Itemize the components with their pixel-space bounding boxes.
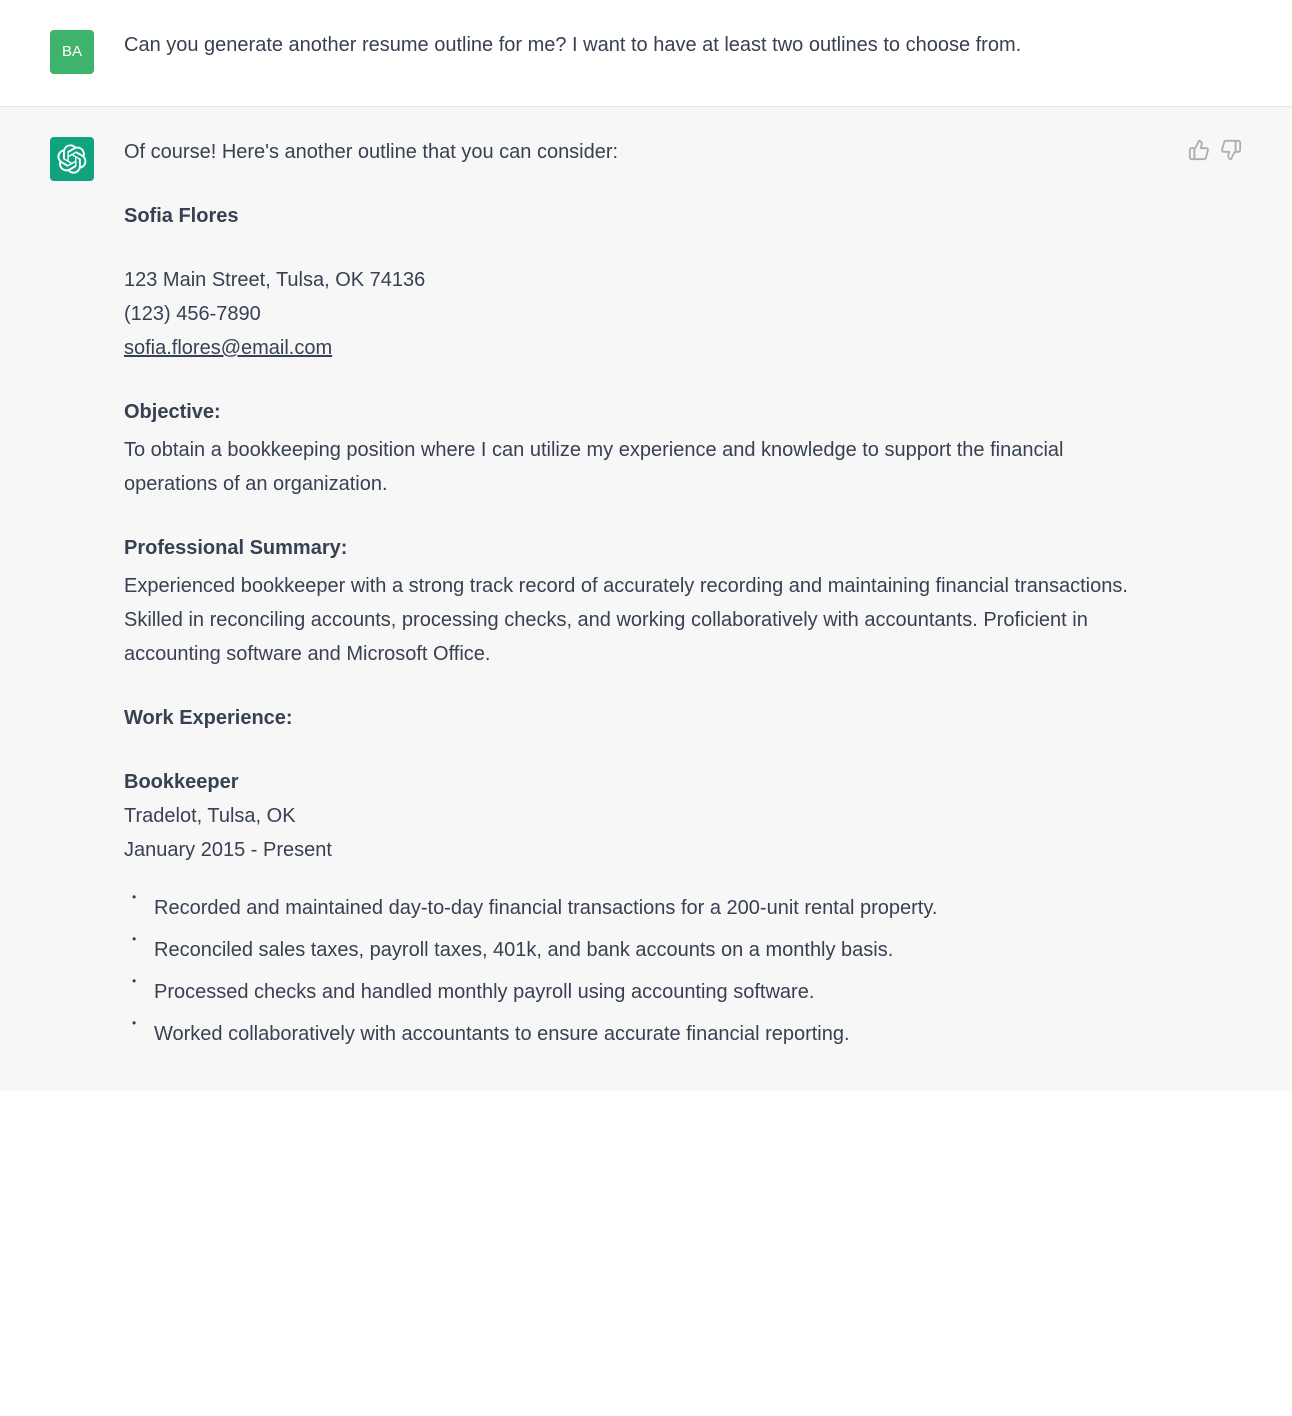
summary-text: Experienced bookkeeper with a strong tra… (124, 575, 1128, 665)
thumbs-down-icon[interactable] (1220, 139, 1242, 161)
job-bullet-list: Recorded and maintained day-to-day finan… (124, 891, 1148, 1051)
list-item: Worked collaboratively with accountants … (154, 1017, 1148, 1051)
objective-label: Objective: (124, 401, 221, 423)
job-title: Bookkeeper (124, 765, 1148, 799)
summary-label: Professional Summary: (124, 537, 347, 559)
assistant-intro-text: Of course! Here's another outline that y… (124, 135, 1148, 169)
user-avatar-initials: BA (62, 39, 82, 65)
user-message-text: Can you generate another resume outline … (124, 28, 1164, 74)
resume-name: Sofia Flores (124, 199, 1148, 233)
message-actions (1188, 139, 1242, 1059)
objective-text: To obtain a bookkeeping position where I… (124, 439, 1063, 495)
work-experience-label: Work Experience: (124, 707, 293, 729)
user-avatar: BA (50, 30, 94, 74)
thumbs-up-icon[interactable] (1188, 139, 1210, 161)
assistant-message-block: Of course! Here's another outline that y… (0, 107, 1292, 1091)
openai-logo-icon (57, 144, 87, 174)
resume-address: 123 Main Street, Tulsa, OK 74136 (124, 263, 1148, 297)
list-item: Recorded and maintained day-to-day finan… (154, 891, 1148, 925)
assistant-message-content: Of course! Here's another outline that y… (124, 135, 1148, 1059)
resume-email-link[interactable]: sofia.flores@email.com (124, 337, 332, 359)
job-dates: January 2015 - Present (124, 833, 1148, 867)
list-item: Reconciled sales taxes, payroll taxes, 4… (154, 933, 1148, 967)
resume-phone: (123) 456-7890 (124, 297, 1148, 331)
job-company: Tradelot, Tulsa, OK (124, 799, 1148, 833)
assistant-avatar (50, 137, 94, 181)
list-item: Processed checks and handled monthly pay… (154, 975, 1148, 1009)
user-message-block: BA Can you generate another resume outli… (0, 0, 1292, 107)
